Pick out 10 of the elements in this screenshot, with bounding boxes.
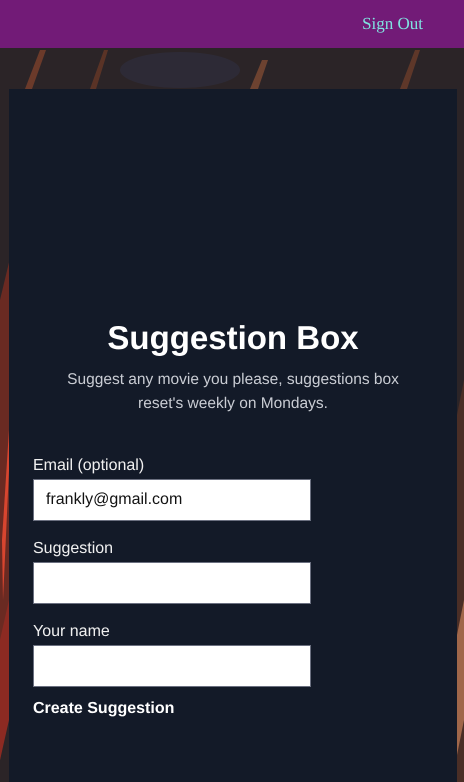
sign-out-link[interactable]: Sign Out bbox=[362, 11, 423, 37]
create-suggestion-button[interactable]: Create Suggestion bbox=[33, 696, 174, 721]
field-label: Your name bbox=[33, 622, 111, 642]
input-field[interactable]: frankly@gmail.com bbox=[33, 478, 311, 521]
form-description: Suggest any movie you please, suggestions box reset's weekly on Mondays. bbox=[66, 370, 400, 414]
field-label: Suggestion bbox=[33, 538, 114, 559]
form-title: Suggestion Box bbox=[106, 318, 360, 358]
input-field[interactable] bbox=[33, 644, 311, 687]
field-label: Email (optional) bbox=[33, 456, 146, 476]
input-field[interactable] bbox=[33, 562, 311, 604]
